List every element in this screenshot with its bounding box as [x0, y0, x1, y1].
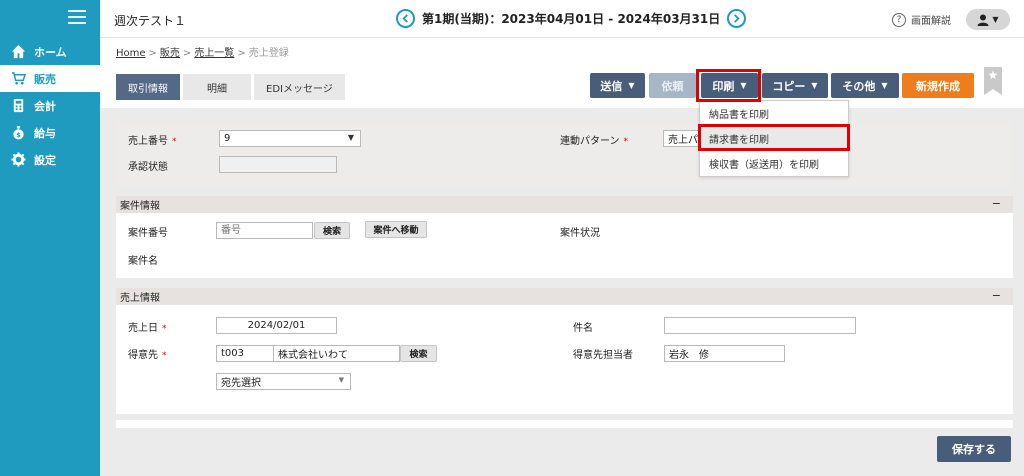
- sidebar-item-sales[interactable]: 販売: [0, 65, 100, 92]
- help-link[interactable]: ? 画面解説: [892, 12, 951, 27]
- app-title: 週次テスト１: [114, 14, 187, 28]
- customer-name-input[interactable]: 株式会社いわて: [273, 345, 400, 362]
- tab-transaction-info[interactable]: 取引情報: [116, 74, 180, 100]
- cart-icon: [10, 71, 26, 87]
- chevron-left-icon[interactable]: [396, 9, 415, 28]
- sidebar-item-settings[interactable]: 設定: [0, 146, 100, 173]
- sidebar-nav: ホーム 販売 会計 $ 給与 設定: [0, 38, 100, 173]
- breadcrumb-sales[interactable]: 販売: [160, 48, 180, 59]
- caret-down-icon: ▼: [628, 81, 635, 90]
- project-number-label: 案件番号: [128, 228, 168, 239]
- approval-status-label: 承認状態: [128, 162, 168, 173]
- collapse-icon[interactable]: −: [992, 197, 1001, 210]
- chevron-right-icon[interactable]: [727, 9, 747, 28]
- sales-info-header: 売上情報 −: [116, 288, 1013, 305]
- caret-down-icon: ▼: [811, 81, 818, 90]
- sales-number-select[interactable]: 9 ▼: [219, 130, 361, 147]
- breadcrumb: Home > 販売 > 売上一覧 > 売上登録: [116, 48, 289, 59]
- user-menu-button[interactable]: ▼: [966, 9, 1010, 30]
- money-bag-icon: $: [10, 125, 26, 141]
- sidebar-item-label: 会計: [34, 99, 56, 113]
- project-status-label: 案件状況: [560, 228, 600, 239]
- sidebar: ホーム 販売 会計 $ 給与 設定: [0, 0, 100, 476]
- period-selector: 第1期(当期)：2023年04月01日 - 2024年03月31日: [396, 9, 747, 28]
- bookmark-button[interactable]: [984, 67, 1002, 95]
- project-info-header: 案件情報 −: [116, 196, 1013, 213]
- sales-number-label: 売上番号: [128, 136, 168, 147]
- caret-down-icon: ▼: [881, 81, 888, 90]
- period-label: 第1期(当期)：2023年04月01日 - 2024年03月31日: [422, 12, 721, 26]
- print-receipt-item[interactable]: 検収書（返送用）を印刷: [700, 151, 848, 176]
- sidebar-item-label: ホーム: [34, 45, 67, 59]
- customer-code-input[interactable]: t003: [216, 345, 274, 362]
- print-button-highlight: [696, 69, 761, 102]
- sales-date-input[interactable]: 2024/02/01: [216, 317, 337, 334]
- send-button[interactable]: 送信 ▼: [590, 73, 645, 98]
- tab-edi-message[interactable]: EDIメッセージ: [254, 74, 345, 100]
- sidebar-item-label: 販売: [34, 72, 56, 86]
- header: 週次テスト１ 第1期(当期)：2023年04月01日 - 2024年03月31日…: [100, 0, 1024, 38]
- caret-down-icon: ▼: [338, 376, 344, 384]
- svg-text:$: $: [16, 131, 21, 139]
- project-search-button[interactable]: 検索: [314, 222, 350, 239]
- collapse-icon[interactable]: −: [992, 289, 1001, 302]
- caret-down-icon: ▼: [992, 15, 999, 24]
- breadcrumb-sales-list[interactable]: 売上一覧: [194, 48, 234, 59]
- caret-down-icon: ▼: [347, 133, 354, 142]
- project-info-title: 案件情報: [120, 201, 160, 212]
- subject-label: 件名: [573, 323, 593, 334]
- menu-icon[interactable]: [68, 10, 86, 24]
- question-icon: ?: [892, 12, 906, 27]
- new-button[interactable]: 新規作成: [902, 73, 974, 98]
- project-number-input[interactable]: [216, 222, 313, 239]
- customer-search-button[interactable]: 検索: [400, 345, 437, 362]
- breadcrumb-home[interactable]: Home: [116, 48, 146, 59]
- go-to-project-button[interactable]: 案件へ移動: [365, 221, 427, 238]
- basic-info-panel: 売上番号 * 9 ▼ 承認状態 連動パターン * 売上パ: [116, 122, 1013, 186]
- home-icon: [10, 44, 26, 60]
- sidebar-item-label: 給与: [34, 126, 56, 140]
- sidebar-item-payroll[interactable]: $ 給与: [0, 119, 100, 146]
- invoice-item-highlight: [698, 124, 850, 151]
- customer-contact-input[interactable]: 岩永 修: [664, 345, 785, 362]
- main-content: 売上番号* 9▼ 承認状態 連動パターン* 売上パ 案件情報 − 案件番号 検索…: [100, 108, 1024, 476]
- star-icon: [988, 70, 998, 80]
- approval-status-field: [219, 156, 337, 173]
- other-button[interactable]: その他 ▼: [831, 73, 899, 98]
- sidebar-item-accounting[interactable]: 会計: [0, 92, 100, 119]
- help-label: 画面解説: [911, 16, 951, 27]
- sales-info-panel: 売上情報 − 売上日 * 2024/02/01 件名 得意先 * t003 株式会社…: [116, 288, 1013, 414]
- sales-date-label: 売上日: [128, 323, 158, 334]
- gear-icon: [10, 152, 26, 168]
- print-delivery-note-item[interactable]: 納品書を印刷: [700, 101, 848, 126]
- customer-label: 得意先: [128, 350, 158, 361]
- destination-select[interactable]: 宛先選択 ▼: [216, 373, 351, 390]
- next-panel-edge: [116, 420, 1013, 428]
- sidebar-item-label: 設定: [34, 153, 56, 167]
- calculator-icon: [10, 98, 26, 114]
- user-icon: [977, 14, 989, 26]
- copy-button[interactable]: コピー ▼: [762, 73, 828, 98]
- sales-info-title: 売上情報: [120, 293, 160, 304]
- breadcrumb-current: 売上登録: [248, 48, 289, 59]
- tab-bar: 取引情報 明細 EDIメッセージ: [116, 74, 348, 100]
- save-button[interactable]: 保存する: [937, 436, 1011, 462]
- customer-contact-label: 得意先担当者: [573, 350, 633, 361]
- tab-details[interactable]: 明細: [183, 74, 251, 100]
- project-info-panel: 案件情報 − 案件番号 検索 案件へ移動 案件状況 案件名: [116, 196, 1013, 278]
- subject-input[interactable]: [664, 317, 856, 334]
- sidebar-item-home[interactable]: ホーム: [0, 38, 100, 65]
- project-name-label: 案件名: [128, 256, 158, 267]
- request-button[interactable]: 依頼: [649, 73, 696, 98]
- linkage-pattern-label: 連動パターン: [560, 136, 620, 147]
